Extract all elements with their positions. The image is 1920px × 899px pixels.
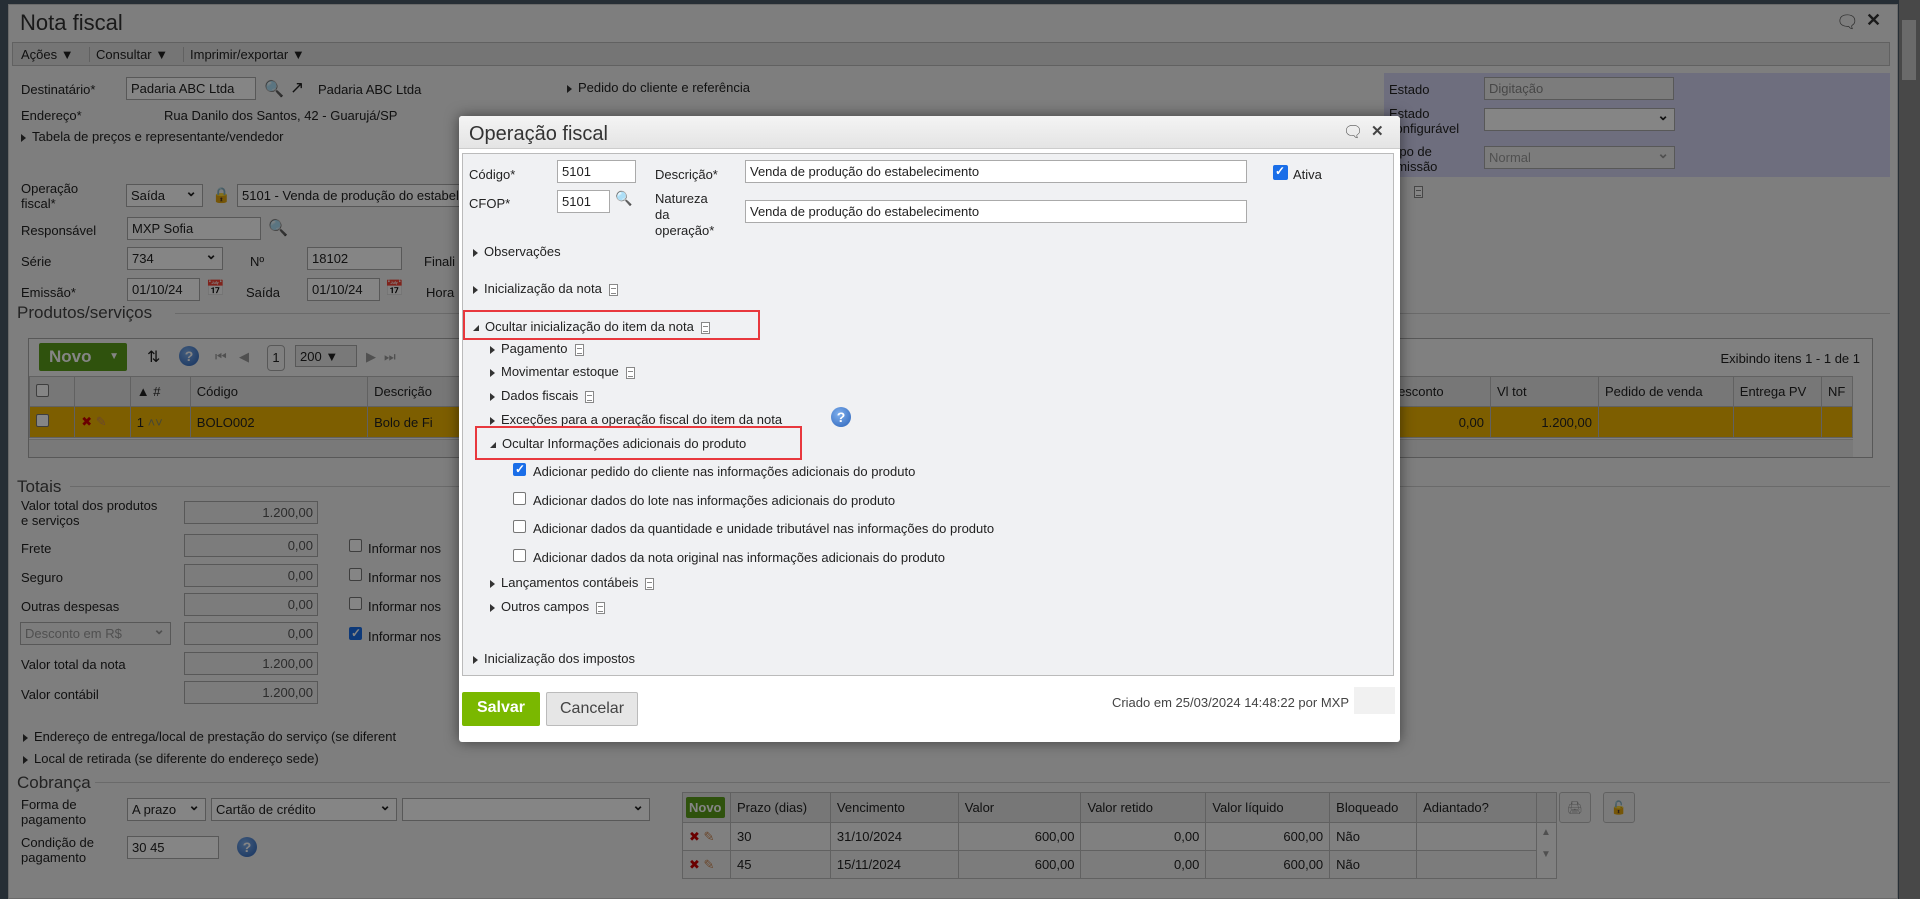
option-checkbox-nota-original[interactable] [513,549,526,562]
expand-icon [490,345,495,354]
avatar [1354,687,1395,714]
notes-icon[interactable] [645,577,655,590]
descricao-label: Descrição* [655,167,718,182]
option-checkbox-lote[interactable] [513,492,526,505]
natureza-input[interactable]: Venda de produção do estabelecimento [745,200,1247,223]
expand-icon [473,248,478,257]
expand-icon [490,416,495,425]
option-label: Adicionar dados da nota original nas inf… [533,550,945,565]
expand-icon [473,655,478,664]
close-icon[interactable]: ✕ [1371,122,1384,140]
section-label: Lançamentos contábeis [501,575,639,590]
section-label: Exceções para a operação fiscal do item … [501,412,783,427]
ativa-label: Ativa [1293,167,1322,182]
ocultar-item-toggle[interactable]: Ocultar inicialização do item da nota [473,319,710,334]
search-icon[interactable]: 🔍 [615,190,632,207]
codigo-label: Código* [469,167,516,182]
option-checkbox-quantidade[interactable] [513,520,526,533]
dados-fiscais-toggle[interactable]: Dados fiscais [490,388,595,403]
excecoes-toggle[interactable]: Exceções para a operação fiscal do item … [490,412,782,427]
section-label: Ocultar inicialização do item da nota [485,319,694,334]
natureza-label: Natureza da operação* [655,191,715,238]
expand-icon [490,392,495,401]
section-label: Pagamento [501,341,568,356]
option-label: Adicionar dados da quantidade e unidade … [533,521,995,536]
notes-icon[interactable] [596,601,606,614]
expand-icon [490,603,495,612]
operacao-fiscal-dialog: Operação fiscal 🗨 ✕ Código* 5101 Descriç… [459,116,1400,742]
outros-toggle[interactable]: Outros campos [490,599,606,614]
observacoes-toggle[interactable]: Observações [473,244,561,259]
option-checkbox-pedido[interactable] [513,462,526,476]
descricao-input[interactable]: Venda de produção do estabelecimento [745,160,1247,183]
notes-icon[interactable] [700,321,710,334]
ocultar-info-toggle[interactable]: Ocultar Informações adicionais do produt… [490,436,746,451]
save-button[interactable]: Salvar [462,692,540,726]
impostos-toggle[interactable]: Inicialização dos impostos [473,651,635,666]
section-label: Ocultar Informações adicionais do produt… [502,436,747,451]
expand-icon [490,579,495,588]
pagamento-toggle[interactable]: Pagamento [490,341,584,356]
expand-icon [473,285,478,294]
expand-icon [490,368,495,377]
collapse-icon [490,441,496,448]
comment-icon[interactable]: 🗨 [1343,122,1363,142]
option-label: Adicionar pedido do cliente nas informaç… [533,464,916,479]
option-label: Adicionar dados do lote nas informações … [533,493,896,508]
created-info: Criado em 25/03/2024 14:48:22 por MXP [1111,695,1349,710]
cfop-input[interactable]: 5101 [557,190,610,213]
dialog-title: Operação fiscal [469,123,608,145]
collapse-icon [473,324,479,331]
notes-icon[interactable] [574,343,584,356]
notes-icon[interactable] [585,390,595,403]
inicializacao-nota-toggle[interactable]: Inicialização da nota [473,281,618,296]
section-label: Observações [484,244,561,259]
cfop-label: CFOP* [469,196,511,211]
movimentar-toggle[interactable]: Movimentar estoque [490,364,635,379]
section-label: Outros campos [501,599,590,614]
notes-icon[interactable] [608,283,618,296]
help-icon[interactable]: ? [831,407,851,427]
section-label: Dados fiscais [501,388,579,403]
section-label: Inicialização da nota [484,281,602,296]
section-label: Movimentar estoque [501,364,619,379]
cancel-button[interactable]: Cancelar [546,692,638,726]
ativa-checkbox[interactable] [1273,164,1288,180]
section-label: Inicialização dos impostos [484,651,636,666]
notes-icon[interactable] [625,366,635,379]
lancamentos-toggle[interactable]: Lançamentos contábeis [490,575,655,590]
codigo-input[interactable]: 5101 [557,160,636,183]
